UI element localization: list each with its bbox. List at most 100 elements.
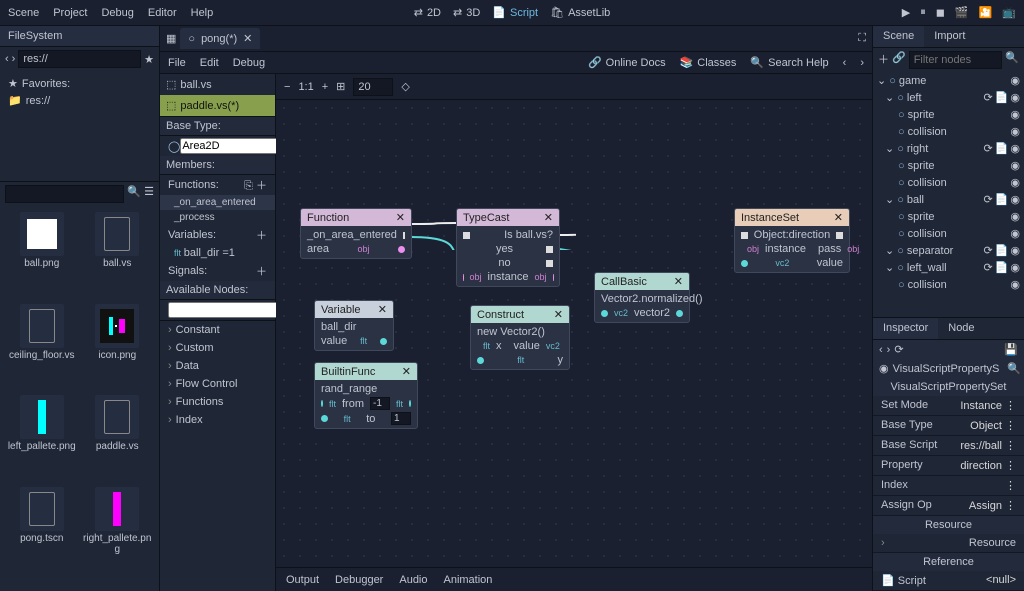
workspace-2d[interactable]: ⇄2D [414,6,441,19]
scene-tab[interactable]: ○ pong(*) ✕ [180,28,260,49]
nav-fwd-icon[interactable]: › [860,57,864,69]
scene-node[interactable]: ○sprite◉ [873,208,1024,225]
list-view-icon[interactable]: ☰ [144,185,154,203]
close-icon[interactable]: ✕ [378,303,387,316]
visibility-icon[interactable]: ◉ [1010,142,1020,155]
scene-node[interactable]: ○collision◉ [873,123,1024,140]
tab-inspector[interactable]: Inspector [873,318,938,339]
file-search-input[interactable] [5,185,124,203]
script-icon[interactable]: 📄 [995,261,1009,274]
back-icon[interactable]: ‹ [879,344,883,356]
script-icon[interactable]: 📄 [995,142,1009,155]
signal-icon[interactable]: ⟳ [983,193,992,206]
node-function[interactable]: Function✕ _on_area_entered areaobj [300,208,412,259]
favorite-icon[interactable]: ★ [144,53,154,66]
property-row[interactable]: Base Scriptres://ball ⋮ [873,436,1024,456]
close-icon[interactable]: ✕ [396,211,405,224]
history-icon[interactable]: ⟳ [894,343,903,356]
script-icon[interactable]: 📄 [995,91,1009,104]
workspace-script[interactable]: 📄Script [492,6,538,19]
add-var-icon[interactable]: ＋ [256,227,267,243]
file-item[interactable]: icon.png [82,304,154,392]
workspace-3d[interactable]: ⇄3D [453,6,480,19]
scene-list-icon[interactable]: ▦ [166,32,176,45]
scene-node[interactable]: ○sprite◉ [873,106,1024,123]
file-item[interactable]: ball.vs [82,212,154,300]
visibility-icon[interactable]: ◉ [1010,108,1020,121]
close-icon[interactable]: ✕ [674,275,683,288]
close-icon[interactable]: ✕ [834,211,843,224]
add-fn-icon[interactable]: ＋ [256,180,267,192]
node-builtinfunc[interactable]: BuiltinFunc✕ rand_range fltfromflt fltto [314,362,418,429]
script-icon[interactable]: 📄 [995,193,1009,206]
filter-nodes-input[interactable] [909,51,1003,69]
from-input[interactable] [370,397,390,410]
file-item[interactable]: right_pallete.png [82,487,154,586]
visibility-icon[interactable]: ◉ [1010,227,1020,240]
scene-node[interactable]: ○collision◉ [873,174,1024,191]
property-row[interactable]: Index ⋮ [873,476,1024,496]
visibility-icon[interactable]: ◉ [1010,125,1020,138]
scene-node[interactable]: ○sprite◉ [873,157,1024,174]
file-item[interactable]: ball.png [6,212,78,300]
zoom-reset[interactable]: 1:1 [298,81,313,93]
edit-dbg[interactable]: Debug [233,57,265,69]
visibility-icon[interactable]: ◉ [1010,176,1020,189]
menu-editor[interactable]: Editor [148,7,177,19]
tab-node[interactable]: Node [938,318,984,339]
bottom-output[interactable]: Output [286,574,319,586]
workspace-assetlib[interactable]: 🛍AssetLib [550,6,610,19]
nav-forward-icon[interactable]: › [12,53,16,65]
scene-node[interactable]: ⌄○left⟳📄◉ [873,89,1024,106]
bottom-animation[interactable]: Animation [444,574,493,586]
nav-back-icon[interactable]: ‹ [5,53,9,65]
scene-node[interactable]: ○collision◉ [873,276,1024,293]
visibility-icon[interactable]: ◉ [1010,159,1020,172]
stop-icon[interactable]: ◼ [936,6,945,19]
file-item[interactable]: left_pallete.png [6,395,78,483]
scene-node[interactable]: ⌄○right⟳📄◉ [873,140,1024,157]
menu-help[interactable]: Help [191,7,214,19]
fn-process[interactable]: _process [160,210,275,225]
close-icon[interactable]: ✕ [554,308,563,321]
scene-node[interactable]: ⌄○ball⟳📄◉ [873,191,1024,208]
fwd-icon[interactable]: › [887,344,891,356]
save-icon[interactable]: 💾 [1004,343,1018,356]
script-item-ball[interactable]: ⬚ball.vs [160,74,275,95]
node-variable[interactable]: Variable✕ ball_dir valueflt [314,300,394,351]
group-resource[interactable]: Resource [873,516,1024,534]
add-signal-icon[interactable]: ＋ [256,263,267,279]
to-input[interactable] [391,412,411,425]
file-item[interactable]: ceiling_floor.vs [6,304,78,392]
zoom-out-icon[interactable]: − [284,81,290,93]
property-row[interactable]: Set ModeInstance ⋮ [873,396,1024,416]
path-input[interactable] [18,50,141,68]
distraction-free-icon[interactable]: ⛶ [858,32,866,45]
file-item[interactable]: paddle.vs [82,395,154,483]
property-row[interactable]: Propertydirection ⋮ [873,456,1024,476]
node-instanceset[interactable]: InstanceSet✕ Object:direction objinstanc… [734,208,850,273]
search-icon[interactable]: 🔍 [127,185,141,203]
close-icon[interactable]: ✕ [243,32,252,45]
zoom-in-icon[interactable]: + [322,81,328,93]
group-reference[interactable]: Reference [873,553,1024,571]
signal-icon[interactable]: ⟳ [983,91,992,104]
add-node-icon[interactable]: ＋ [878,51,889,69]
node-category[interactable]: Custom [160,339,275,357]
scene-node[interactable]: ⌄○separator⟳📄◉ [873,242,1024,259]
render-icon[interactable]: 📺 [1002,6,1016,19]
signal-icon[interactable]: ⟳ [983,261,992,274]
property-row[interactable]: Assign OpAssign ⋮ [873,496,1024,516]
node-category[interactable]: Constant [160,321,275,339]
play-custom-icon[interactable]: 🎦 [979,6,993,19]
edit-edit[interactable]: Edit [200,57,219,69]
node-category[interactable]: Flow Control [160,375,275,393]
bottom-debugger[interactable]: Debugger [335,574,383,586]
node-category[interactable]: Data [160,357,275,375]
play-icon[interactable]: ▶ [902,6,910,19]
menu-scene[interactable]: Scene [8,7,39,19]
bottom-audio[interactable]: Audio [399,574,427,586]
scene-node[interactable]: ○collision◉ [873,225,1024,242]
stepper-icon[interactable]: ◇ [401,80,409,93]
script-item-paddle[interactable]: ⬚paddle.vs(*) [160,95,275,116]
